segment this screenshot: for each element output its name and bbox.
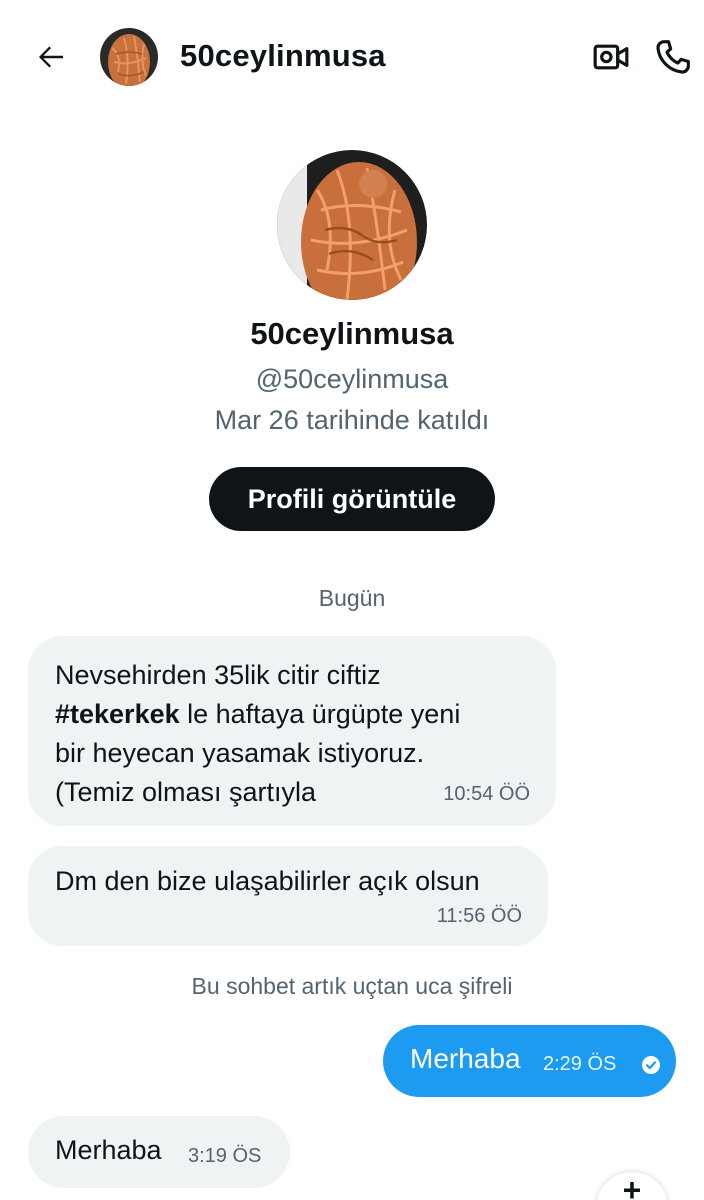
header-title[interactable]: 50ceylinmusa [180, 38, 386, 74]
scroll-fab-button[interactable]: + [596, 1172, 668, 1200]
message-text: Merhaba [410, 1043, 521, 1074]
plus-icon: + [622, 1172, 642, 1200]
message-text: Dm den bize ulaşabilirler açık olsun [55, 866, 480, 896]
message-timestamp: 2:29 ÖS [543, 1053, 617, 1075]
message-timestamp: 3:19 ÖS [188, 1145, 262, 1167]
view-profile-button[interactable]: Profili görüntüle [209, 467, 495, 531]
profile-joined-date: Mar 26 tarihinde katıldı [214, 405, 490, 435]
back-button[interactable] [28, 34, 74, 80]
encryption-notice: Bu sohbet artık uçtan uca şifreli [191, 973, 513, 999]
voice-call-button[interactable] [650, 34, 696, 80]
message-timestamp: 10:54 ÖÖ [443, 783, 530, 805]
message-timestamp: 11:56 ÖÖ [436, 905, 522, 927]
incoming-message[interactable]: Dm den bize ulaşabilirler açık olsun 11:… [28, 846, 548, 946]
profile-handle: @50ceylinmusa [255, 364, 449, 394]
video-camera-icon [593, 44, 629, 70]
profile-name: 50ceylinmusa [250, 316, 454, 351]
incoming-message[interactable]: Nevsehirden 35lik citir ciftiz #tekerkek… [28, 636, 556, 826]
video-call-button[interactable] [590, 36, 632, 78]
header-avatar[interactable] [100, 28, 158, 86]
profile-avatar[interactable] [277, 150, 427, 300]
hashtag-link[interactable]: #tekerkek [55, 699, 180, 729]
arrow-left-icon [39, 46, 63, 68]
check-circle-icon [642, 1056, 660, 1074]
dm-conversation-screen: 50ceylinmusa 50ceylinmusa @50ceylinmusa … [0, 0, 704, 1200]
message-text: Merhaba [55, 1135, 162, 1165]
incoming-message[interactable]: Merhaba 3:19 ÖS [28, 1116, 290, 1188]
date-divider: Bugün [318, 585, 386, 611]
conversation-header: 50ceylinmusa [0, 0, 704, 112]
phone-icon [656, 40, 690, 74]
outgoing-message[interactable]: Merhaba 2:29 ÖS [383, 1025, 676, 1097]
